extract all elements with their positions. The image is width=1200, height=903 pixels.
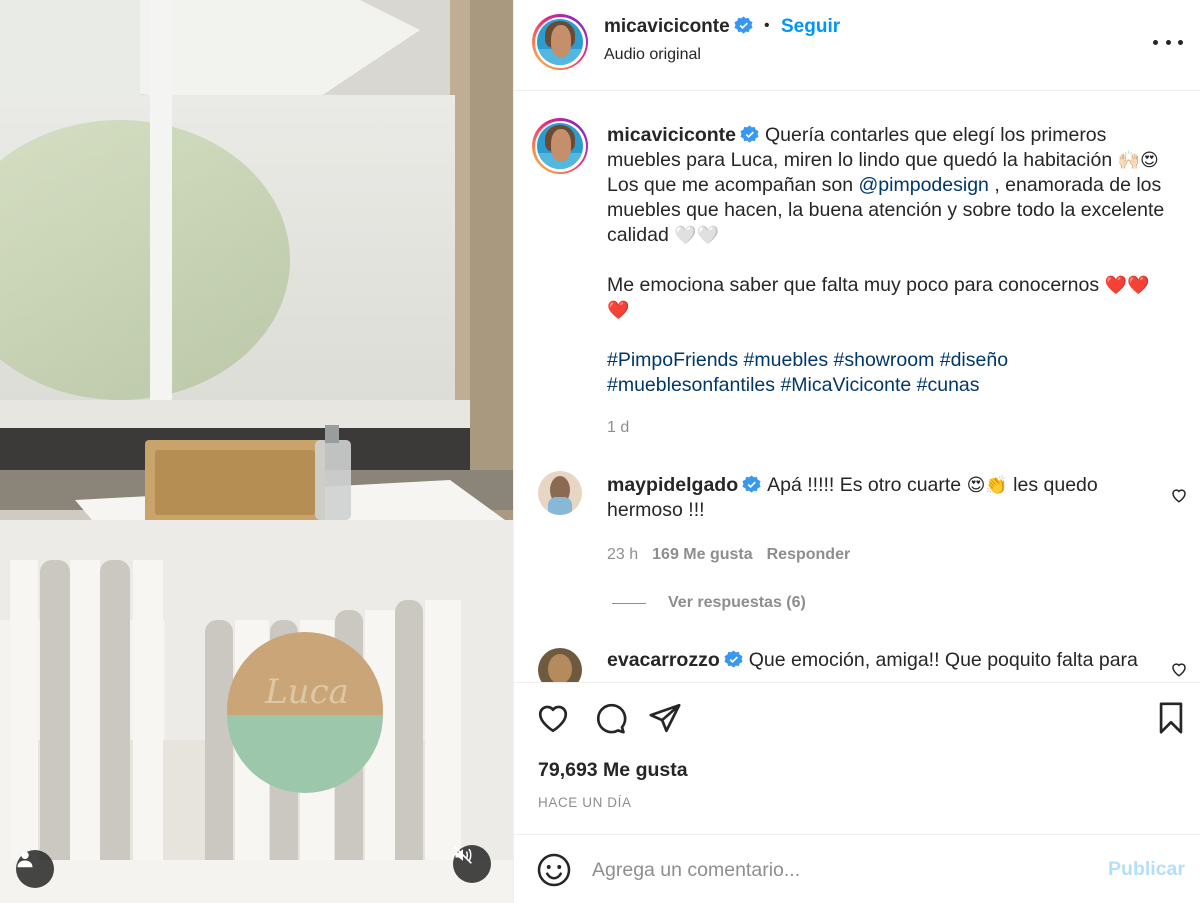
commenter-username[interactable]: maypidelgado [607, 474, 738, 496]
hashtag-link[interactable]: #mueblesonfantiles #MicaViciconte #cunas [607, 374, 980, 396]
mention-link[interactable]: @pimpodesign [859, 174, 989, 196]
comment-like-heart-icon[interactable] [1170, 660, 1188, 678]
muted-speaker-icon [454, 846, 472, 864]
caption-line: , enamorada de los [994, 174, 1162, 196]
commenter-avatar[interactable] [538, 648, 582, 682]
commenter-username[interactable]: evacarrozzo [607, 649, 720, 671]
post-date[interactable]: HACE UN DÍA [538, 795, 632, 810]
verified-badge-icon [740, 125, 759, 143]
emoji-smiley-icon[interactable] [536, 852, 572, 888]
caption-emoji: 🤍🤍 [674, 225, 720, 246]
caption-line: calidad [607, 224, 669, 246]
audio-mute-button[interactable] [453, 845, 491, 883]
caption-emoji: ❤️❤️ [1104, 275, 1150, 296]
caption-line: muebles que hacen, la buena atención y s… [607, 199, 1165, 221]
comments-list[interactable]: micaviciconte Quería contarles que elegí … [514, 91, 1200, 682]
likes-count[interactable]: 79,693 Me gusta [538, 759, 688, 782]
comment-bubble-icon[interactable] [593, 701, 627, 735]
comment-text: les quedo [1013, 474, 1098, 496]
share-paper-plane-icon[interactable] [648, 701, 682, 735]
more-options-button[interactable] [1153, 30, 1183, 54]
comment-time[interactable]: 23 h [607, 546, 638, 563]
caption-line: Los que me acompañan son [607, 174, 854, 196]
post-actions: 79,693 Me gusta HACE UN DÍA [514, 682, 1200, 834]
post-video[interactable]: Luca [0, 0, 513, 903]
save-bookmark-icon[interactable] [1154, 701, 1188, 735]
more-dots-icon [1153, 39, 1158, 45]
view-replies-button[interactable]: Ver respuestas (6) [612, 594, 806, 612]
tagged-users-button[interactable] [16, 850, 54, 888]
verified-badge-icon [724, 650, 743, 668]
comment-body: maypidelgado Apá !!!!! Es otro cuarte 😍👏 … [607, 473, 1167, 523]
comment-meta: 23 h 169 Me gusta Responder [607, 546, 850, 564]
separator-dot: • [764, 17, 770, 34]
caption-line: Quería contarles que elegí los primeros [764, 124, 1107, 146]
caption-username[interactable]: micaviciconte [607, 124, 736, 146]
nursery-sign-text: Luca [265, 672, 349, 712]
hashtag-link[interactable]: #PimpoFriends #muebles #showroom #diseño [607, 349, 1008, 371]
caption-author-avatar[interactable] [532, 118, 588, 174]
replies-line [612, 602, 646, 604]
video-frame [0, 0, 513, 903]
caption-line: muebles para Luca, miren lo lindo que qu… [607, 149, 1113, 171]
verified-badge-icon [742, 475, 761, 493]
verified-badge-icon [734, 16, 753, 34]
caption-emoji: ❤️ [607, 300, 630, 321]
post-sidebar: micaviciconte • Seguir Audio original mi… [513, 0, 1200, 903]
post-caption: micaviciconte Quería contarles que elegí … [607, 123, 1192, 398]
caption-emoji: 🙌🏻😍 [1117, 150, 1159, 171]
comment-likes[interactable]: 169 Me gusta [652, 546, 752, 563]
view-replies-label: Ver respuestas (6) [668, 594, 806, 611]
comment-text: Apá !!!!! Es otro cuarte [767, 474, 962, 496]
add-comment-bar: Publicar [514, 834, 1200, 903]
caption-line: Me emociona saber que falta muy poco par… [607, 274, 1100, 296]
comment-text: Que emoción, amiga!! Que poquito falta p… [748, 649, 1138, 671]
caption-time[interactable]: 1 d [607, 419, 629, 437]
audio-label[interactable]: Audio original [604, 46, 701, 64]
user-icon [17, 851, 33, 868]
comment-body: evacarrozzo Que emoción, amiga!! Que poqu… [607, 648, 1167, 673]
reply-button[interactable]: Responder [767, 546, 851, 563]
author-avatar[interactable] [532, 14, 588, 70]
more-dot [1165, 39, 1171, 45]
publish-button[interactable]: Publicar [1108, 858, 1185, 881]
like-heart-icon[interactable] [536, 701, 570, 735]
post-header: micaviciconte • Seguir Audio original [514, 0, 1200, 91]
author-username[interactable]: micaviciconte [604, 16, 730, 37]
more-dot [1178, 39, 1183, 45]
comment-like-heart-icon[interactable] [1170, 486, 1188, 504]
comment-input[interactable] [592, 854, 1092, 886]
avatar-figure [548, 654, 572, 682]
comment-text: hermoso !!! [607, 499, 705, 521]
follow-button[interactable]: Seguir [781, 16, 840, 38]
avatar-figure [548, 497, 572, 515]
author-username-link[interactable]: micaviciconte [604, 16, 753, 38]
comment-emoji: 😍👏 [966, 475, 1008, 496]
commenter-avatar[interactable] [538, 471, 582, 515]
